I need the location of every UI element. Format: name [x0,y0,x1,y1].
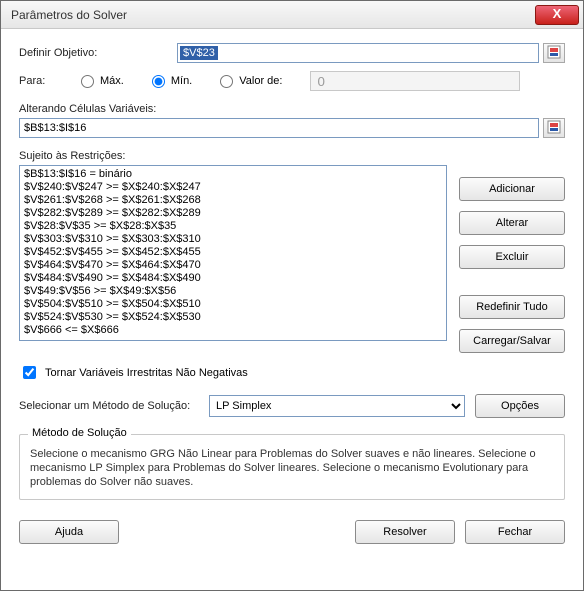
varcells-section: Alterando Células Variáveis: [19,103,565,138]
groupbox-text: Selecione o mecanismo GRG Não Linear par… [30,447,554,489]
nonneg-checkbox[interactable] [23,366,36,379]
constraint-item[interactable]: $V$504:$V$510 >= $X$504:$X$510 [24,298,442,311]
window-title: Parâmetros do Solver [11,8,535,22]
solve-button[interactable]: Resolver [355,520,455,544]
dialog-body: Definir Objetivo: $V$23 Para: Máx. [1,29,583,590]
constraints-buttons: Adicionar Alterar Excluir Redefinir Tudo… [459,165,565,353]
help-button[interactable]: Ajuda [19,520,119,544]
nonneg-row: Tornar Variáveis Irrestritas Não Negativ… [19,363,565,382]
radio-max-input[interactable] [81,75,94,88]
method-select[interactable]: LP Simplex [209,395,465,417]
footer: Ajuda Resolver Fechar [19,508,565,544]
constraint-item[interactable]: $V$464:$V$470 >= $X$464:$X$470 [24,259,442,272]
varcells-label: Alterando Células Variáveis: [19,103,565,115]
constraint-item[interactable]: $V$666 <= $X$666 [24,324,442,337]
constraint-item[interactable]: $V$240:$V$247 >= $X$240:$X$247 [24,181,442,194]
collapse-ref-icon [547,45,561,62]
constraint-item[interactable]: $B$13:$I$16 = binário [24,168,442,181]
constraint-item[interactable]: $V$261:$V$268 >= $X$261:$X$268 [24,194,442,207]
valueof-input[interactable] [310,71,520,91]
constraint-item[interactable]: $V$282:$V$289 >= $X$282:$X$289 [24,207,442,220]
method-label: Selecionar um Método de Solução: [19,400,199,412]
method-groupbox: Método de Solução Selecione o mecanismo … [19,434,565,500]
close-button[interactable]: X [535,5,579,25]
objective-label: Definir Objetivo: [19,47,169,59]
constraint-item[interactable]: $V$452:$V$455 >= $X$452:$X$455 [24,246,442,259]
constraint-item[interactable]: $V$524:$V$530 >= $X$524:$X$530 [24,311,442,324]
objective-input[interactable]: $V$23 [177,43,539,63]
objective-value: $V$23 [180,46,218,60]
change-button[interactable]: Alterar [459,211,565,235]
radio-max-label: Máx. [100,75,124,87]
solver-dialog: Parâmetros do Solver X Definir Objetivo:… [0,0,584,591]
radio-max[interactable]: Máx. [81,75,124,88]
loadsave-button[interactable]: Carregar/Salvar [459,329,565,353]
constraint-item[interactable]: $V$28:$V$35 >= $X$28:$X$35 [24,220,442,233]
options-button[interactable]: Opções [475,394,565,418]
constraints-section: Sujeito às Restrições: $B$13:$I$16 = bin… [19,150,565,353]
constraint-item[interactable]: $V$484:$V$490 >= $X$484:$X$490 [24,272,442,285]
target-row: Para: Máx. Mín. Valor de: [19,71,565,91]
varcells-input[interactable] [19,118,539,138]
objective-ref-button[interactable] [543,43,565,63]
radio-valueof[interactable]: Valor de: [220,75,282,88]
reset-button[interactable]: Redefinir Tudo [459,295,565,319]
radio-min-label: Mín. [171,75,192,87]
titlebar: Parâmetros do Solver X [1,1,583,29]
objective-row: Definir Objetivo: $V$23 [19,43,565,63]
constraint-item[interactable]: $V$49:$V$56 >= $X$49:$X$56 [24,285,442,298]
radio-min-input[interactable] [152,75,165,88]
collapse-ref-icon [547,120,561,137]
varcells-ref-button[interactable] [543,118,565,138]
nonneg-label: Tornar Variáveis Irrestritas Não Negativ… [45,367,248,379]
constraints-listbox[interactable]: $B$13:$I$16 = binário$V$240:$V$247 >= $X… [19,165,447,341]
radio-valueof-input[interactable] [220,75,233,88]
target-label: Para: [19,75,69,87]
radio-min[interactable]: Mín. [152,75,192,88]
delete-button[interactable]: Excluir [459,245,565,269]
add-button[interactable]: Adicionar [459,177,565,201]
method-row: Selecionar um Método de Solução: LP Simp… [19,394,565,418]
radio-valueof-label: Valor de: [239,75,282,87]
groupbox-legend: Método de Solução [28,427,131,439]
close-dialog-button[interactable]: Fechar [465,520,565,544]
constraint-item[interactable]: $V$303:$V$310 >= $X$303:$X$310 [24,233,442,246]
close-icon: X [553,6,562,21]
constraints-label: Sujeito às Restrições: [19,150,565,162]
